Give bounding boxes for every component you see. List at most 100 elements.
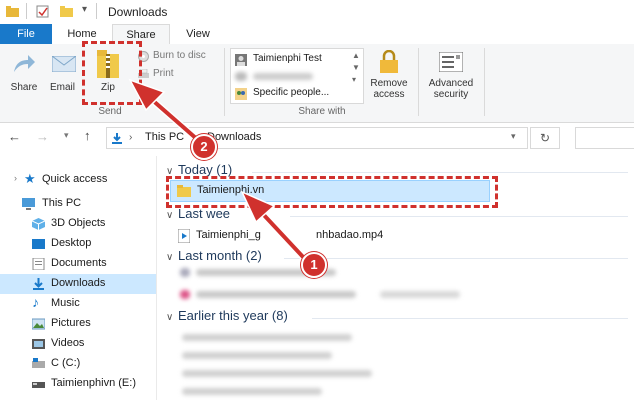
blurred-file-name — [182, 352, 332, 359]
sidebar-item-label: Quick access — [42, 173, 108, 185]
chevron-down-icon: ∨ — [166, 252, 174, 263]
group-header-earlier-this-year[interactable]: ∨ Earlier this year (8) — [166, 308, 288, 323]
file-name: Taimienphi_g — [196, 229, 261, 241]
scroll-arrows[interactable]: ▲ ▼ ▾ — [352, 50, 360, 86]
remove-access-button[interactable]: Remove access — [366, 48, 412, 102]
print-label: Print — [153, 68, 174, 79]
print-button[interactable]: Print — [138, 68, 198, 82]
step-badge-2: 2 — [191, 134, 217, 160]
refresh-icon[interactable]: ↻ — [530, 127, 560, 149]
document-icon — [32, 258, 45, 270]
downloads-location-icon — [112, 133, 122, 144]
share-icon — [14, 55, 35, 72]
group-divider — [252, 172, 628, 173]
chevron-right-icon[interactable]: › — [14, 173, 17, 183]
file-name-tail: nhbadao.mp4 — [316, 229, 384, 241]
group-label: Last wee — [178, 206, 231, 221]
user-icon — [235, 54, 247, 66]
sidebar-item-label: 3D Objects — [51, 217, 106, 229]
divider — [484, 48, 485, 116]
divider — [96, 3, 97, 19]
sidebar-item-pictures[interactable]: Pictures — [0, 314, 156, 334]
picture-icon — [32, 318, 45, 330]
group-header-today[interactable]: ∨ Today (1) — [166, 162, 232, 177]
properties-icon[interactable] — [36, 5, 49, 18]
video-file-icon — [178, 229, 190, 243]
title-bar: ▾ Downloads — [0, 0, 634, 25]
sidebar-item-label: This PC — [42, 197, 82, 209]
search-input[interactable] — [575, 127, 634, 149]
group-divider — [312, 318, 628, 319]
specific-people-item[interactable]: Specific people... — [235, 87, 359, 101]
sidebar-item-e-drive[interactable]: Taimienphivn (E:) — [0, 374, 156, 394]
sidebar-item-desktop[interactable]: Desktop — [0, 234, 156, 254]
list-item-video[interactable]: Taimienphi_g nhbadao.mp4 — [176, 227, 476, 245]
sidebar-item-music[interactable]: ♪ Music — [0, 294, 156, 314]
cube-icon — [32, 218, 45, 230]
recent-locations-icon[interactable]: ▾ — [64, 130, 69, 141]
remove-access-label: Remove access — [366, 78, 412, 100]
drive-icon — [32, 358, 45, 368]
share-with-list[interactable]: Taimienphi Test Specific people... — [230, 48, 364, 104]
email-button[interactable]: Email — [48, 48, 76, 98]
lock-icon — [380, 50, 398, 73]
group-divider — [290, 216, 628, 217]
blurred-file-name — [182, 370, 372, 377]
new-folder-icon[interactable] — [60, 5, 73, 18]
contact-item[interactable]: Taimienphi Test — [235, 53, 359, 67]
back-arrow-icon[interactable]: ← — [8, 129, 21, 144]
sidebar-item-3d-objects[interactable]: 3D Objects — [0, 214, 156, 234]
security-icon — [439, 52, 463, 72]
sidebar-item-label: Desktop — [51, 237, 92, 249]
breadcrumb-sep-icon: › — [129, 132, 133, 143]
forward-arrow-icon[interactable]: → — [36, 129, 49, 144]
sidebar-item-videos[interactable]: Videos — [0, 334, 156, 354]
blurred-icon — [235, 72, 247, 81]
divider — [418, 48, 419, 116]
blurred-icon — [180, 290, 190, 299]
sidebar-item-downloads[interactable]: Downloads — [0, 274, 156, 294]
sidebar-item-quick-access[interactable]: › ★ Quick access — [0, 170, 156, 190]
sidebar-item-label: Documents — [51, 257, 107, 269]
usb-drive-icon — [32, 382, 45, 388]
sidebar-item-c-drive[interactable]: C (C:) — [0, 354, 156, 374]
star-icon: ★ — [24, 171, 36, 186]
blurred-contact[interactable] — [235, 71, 335, 81]
blurred-text — [253, 73, 313, 80]
customize-toolbar-icon[interactable]: ▾ — [82, 4, 87, 15]
tab-file[interactable]: File — [0, 24, 52, 44]
folder-icon — [6, 6, 19, 17]
breadcrumb-this-pc[interactable]: This PC — [145, 131, 184, 143]
navigation-bar: ← → ▾ ↑ › This PC > Downloads ▾ ↻ — [0, 123, 634, 153]
download-icon — [33, 278, 44, 290]
group-label: Today (1) — [178, 162, 233, 177]
divider — [26, 3, 27, 19]
burn-to-disc-button[interactable]: Burn to disc — [138, 50, 220, 64]
address-bar[interactable]: › This PC > Downloads ▾ — [106, 127, 528, 149]
advanced-security-line-2: security — [433, 89, 469, 100]
advanced-security-button[interactable]: Advanced security — [422, 48, 480, 102]
up-arrow-icon[interactable]: ↑ — [84, 128, 91, 143]
group-header-last-month[interactable]: ∨ Last month (2) — [166, 248, 262, 263]
remove-access-line-2: access — [373, 89, 405, 100]
share-button[interactable]: Share — [4, 48, 44, 98]
blurred-icon — [180, 268, 190, 277]
address-dropdown-icon[interactable]: ▾ — [511, 131, 516, 142]
blurred-file-name — [196, 291, 356, 298]
sidebar-item-label: C (C:) — [51, 357, 81, 369]
sidebar-item-this-pc[interactable]: This PC — [0, 194, 156, 214]
sidebar-item-label: Music — [51, 297, 80, 309]
video-icon — [32, 339, 45, 349]
group-header-last-week[interactable]: ∨ Last wee — [166, 206, 230, 221]
group-label: Earlier this year (8) — [178, 308, 288, 323]
highlight-box-folder — [166, 176, 498, 208]
people-icon — [235, 88, 247, 100]
advanced-security-label: Advanced security — [422, 78, 480, 100]
blurred-file-name — [182, 388, 322, 395]
computer-icon — [22, 198, 35, 210]
sidebar-item-documents[interactable]: Documents — [0, 254, 156, 274]
share-label: Share — [10, 82, 38, 93]
tab-view[interactable]: View — [176, 24, 220, 44]
step-badge-1: 1 — [301, 252, 327, 278]
share-with-group-label: Share with — [298, 106, 346, 117]
